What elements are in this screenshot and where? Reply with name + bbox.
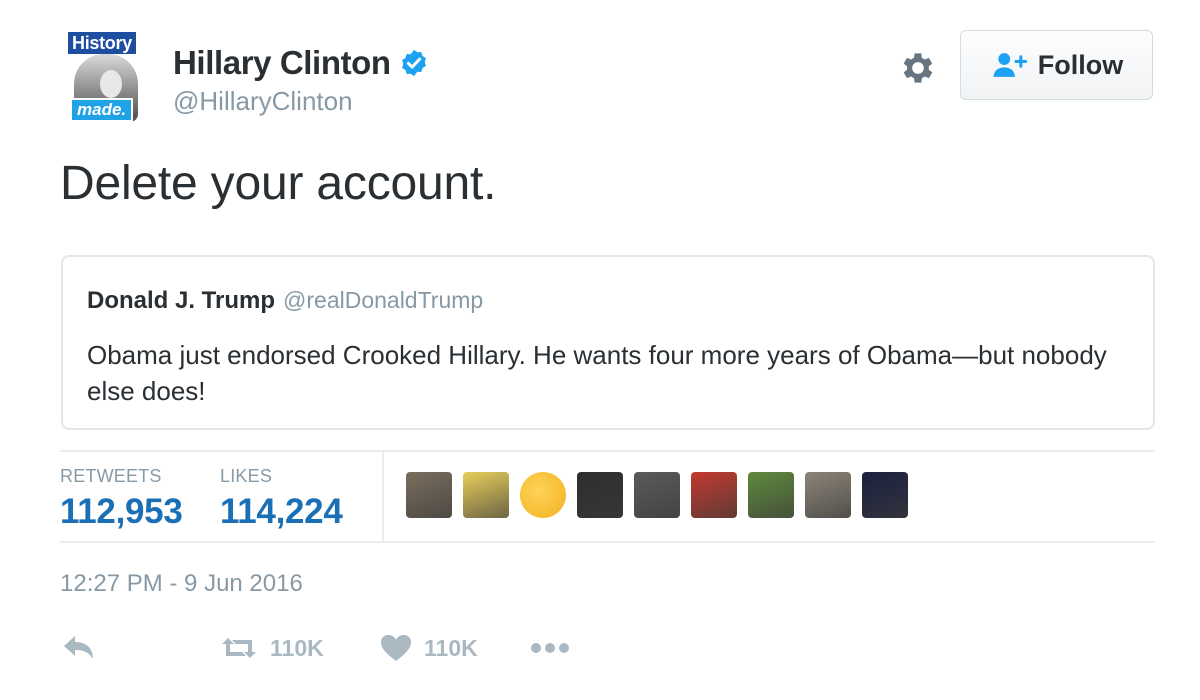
tweet-text: Delete your account.: [60, 157, 497, 210]
quoted-tweet-card[interactable]: Donald J. Trump @realDonaldTrump Obama j…: [61, 255, 1155, 430]
liker-avatar-7[interactable]: [748, 472, 794, 518]
tweet-stats: RETWEETS 112,953 LIKES 114,224: [60, 452, 1155, 542]
quoted-tweet-header: Donald J. Trump @realDonaldTrump: [87, 287, 483, 315]
liker-avatar-3[interactable]: [520, 472, 566, 518]
quoted-tweet-text: Obama just endorsed Crooked Hillary. He …: [87, 340, 1107, 406]
author-avatar[interactable]: History made.: [60, 30, 150, 124]
tweet-actions: 110K 110K: [60, 628, 760, 672]
verified-badge-icon: [401, 49, 426, 77]
tweet-header: History made. Hillary Clinton @HillaryCl…: [60, 30, 1155, 130]
liker-avatar-2[interactable]: [463, 472, 509, 518]
more-dots-icon: [531, 643, 569, 653]
quoted-author-handle: @realDonaldTrump: [283, 287, 484, 313]
liker-avatars: [406, 472, 919, 518]
retweet-icon: [222, 638, 256, 658]
gear-icon[interactable]: [898, 48, 938, 88]
like-button[interactable]: 110K: [380, 634, 478, 662]
follow-button[interactable]: Follow: [960, 30, 1153, 100]
add-user-icon: [993, 53, 1027, 77]
reply-button[interactable]: [62, 634, 96, 662]
retweets-label: RETWEETS: [60, 466, 162, 486]
author-name[interactable]: Hillary Clinton: [173, 44, 391, 82]
retweet-count: 110K: [270, 634, 324, 661]
follow-button-label: Follow: [1037, 49, 1124, 80]
retweet-button[interactable]: 110K: [220, 634, 324, 662]
retweets-stat[interactable]: RETWEETS 112,953: [60, 466, 183, 532]
stats-separator: [382, 452, 384, 542]
heart-icon: [381, 635, 411, 661]
retweets-value: 112,953: [60, 492, 183, 531]
liker-avatar-4[interactable]: [577, 472, 623, 518]
author-name-row: Hillary Clinton: [173, 44, 429, 82]
stats-bottom-divider: [60, 541, 1155, 543]
likes-label: LIKES: [220, 466, 273, 486]
author-handle[interactable]: @HillaryClinton: [173, 86, 353, 117]
likes-value: 114,224: [220, 492, 343, 531]
liker-avatar-9[interactable]: [862, 472, 908, 518]
avatar-history-text: History: [68, 32, 136, 54]
more-button[interactable]: [530, 642, 570, 654]
avatar-made-text: made.: [70, 98, 134, 122]
liker-avatar-1[interactable]: [406, 472, 452, 518]
tweet-timestamp[interactable]: 12:27 PM - 9 Jun 2016: [60, 570, 303, 598]
liker-avatar-5[interactable]: [634, 472, 680, 518]
likes-stat[interactable]: LIKES 114,224: [220, 466, 343, 532]
liker-avatar-8[interactable]: [805, 472, 851, 518]
liker-avatar-6[interactable]: [691, 472, 737, 518]
quoted-author-name: Donald J. Trump: [87, 287, 276, 314]
like-count: 110K: [424, 634, 478, 661]
reply-icon: [64, 636, 93, 659]
